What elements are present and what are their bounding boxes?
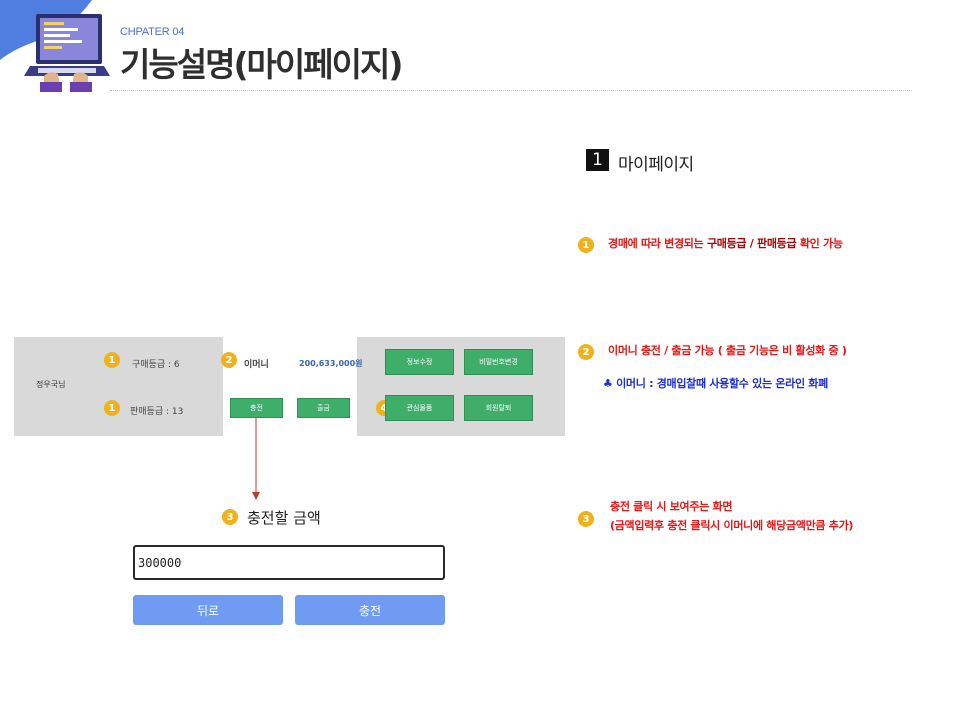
note-3-line1: 충전 클릭 시 보여주는 화면 (610, 500, 733, 513)
note-1-emph: 구매등급 / 판매등급 (706, 237, 797, 250)
emoney-value: 200,633,000원 (299, 359, 363, 368)
slide: CHPATER 04 기능설명(마이페이지) 정우국님 1 구매등급 : 6 1… (0, 0, 960, 720)
badge-1-sale: 1 (104, 400, 120, 416)
note-2-sub: ♣ 이머니 : 경매입찰때 사용할수 있는 온라인 화폐 (603, 377, 828, 390)
change-password-button[interactable]: 비밀번호변경 (464, 349, 533, 375)
note-badge-2: 2 (578, 344, 594, 360)
badge-1-purchase: 1 (104, 352, 120, 368)
user-name: 정우국님 (36, 380, 66, 389)
charge-button[interactable]: 충전 (230, 398, 283, 418)
note-1-suffix: 확인 가능 (796, 237, 843, 250)
note-3-line2: (금액입력후 충전 클릭시 이머니에 해당금액만큼 추가) (610, 519, 854, 532)
withdraw-member-button[interactable]: 회원탈퇴 (464, 395, 533, 421)
laptop-illustration-icon (0, 0, 110, 92)
badge-3-charge: 3 (222, 509, 238, 525)
note-1: 경매에 따라 변경되는 구매등급 / 판매등급 확인 가능 (608, 236, 843, 251)
charge-submit-button[interactable]: 충전 (295, 595, 445, 625)
back-button[interactable]: 뒤로 (133, 595, 283, 625)
chapter-label: CHPATER 04 (120, 26, 185, 38)
emoney-panel (223, 337, 357, 436)
amount-input[interactable] (133, 545, 445, 580)
arrow-down-icon (252, 418, 260, 500)
charge-form-title: 충전할 금액 (247, 509, 321, 527)
note-2: 이머니 충전 / 출금 가능 ( 출금 기능은 비 활성화 중 ) (608, 344, 847, 357)
withdraw-button[interactable]: 출금 (297, 398, 350, 418)
section-number: 1 (586, 149, 609, 171)
note-badge-1: 1 (578, 237, 594, 253)
sale-grade: 판매등급 : 13 (130, 407, 184, 417)
wishlist-button[interactable]: 관심물품 (385, 395, 454, 421)
purchase-grade: 구매등급 : 6 (132, 360, 180, 370)
note-badge-3: 3 (578, 511, 594, 527)
edit-info-button[interactable]: 정보수정 (385, 349, 454, 375)
header-divider (110, 90, 912, 91)
section-title: 마이페이지 (618, 155, 694, 175)
badge-2-emoney: 2 (221, 352, 237, 368)
note-1-prefix: 경매에 따라 변경되는 (608, 237, 707, 250)
emoney-label: 이머니 (244, 360, 269, 370)
page-title: 기능설명(마이페이지) (120, 45, 403, 84)
